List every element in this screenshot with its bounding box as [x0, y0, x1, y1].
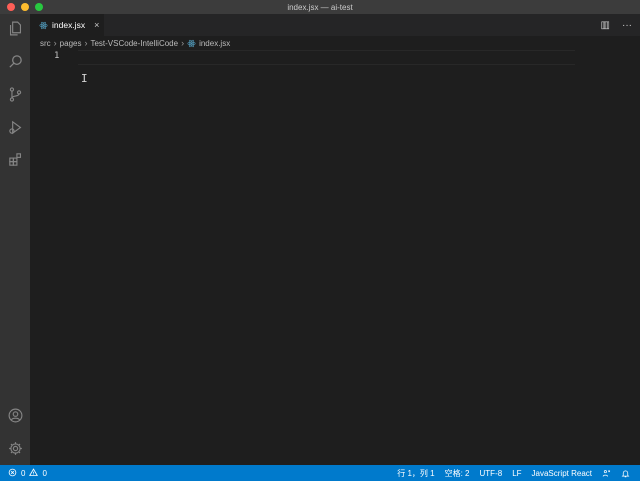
source-control-icon[interactable]: [0, 82, 30, 106]
notifications-bell-icon[interactable]: [621, 469, 630, 478]
editor-tab-bar: index.jsx × ▥ ···: [30, 14, 640, 36]
tab-label: index.jsx: [52, 20, 86, 30]
chevron-right-icon: ›: [181, 38, 185, 48]
tab-index-jsx[interactable]: index.jsx ×: [30, 14, 104, 36]
accounts-icon[interactable]: [0, 403, 30, 427]
encoding[interactable]: UTF-8: [480, 469, 503, 478]
activity-bar: [0, 14, 30, 465]
line-number: 1: [54, 51, 60, 61]
close-window-button[interactable]: [7, 3, 15, 11]
explorer-icon[interactable]: [0, 16, 30, 40]
title-bar: index.jsx — ai-test: [0, 0, 640, 14]
split-editor-icon[interactable]: ▥: [601, 20, 610, 31]
close-icon[interactable]: ×: [94, 20, 99, 30]
react-icon: [39, 21, 48, 30]
chevron-right-icon: ›: [53, 38, 57, 48]
feedback-icon[interactable]: [602, 469, 611, 478]
search-icon[interactable]: [0, 49, 30, 73]
breadcrumb-item-folder[interactable]: Test-VSCode-IntelliCode: [90, 39, 178, 48]
minimize-window-button[interactable]: [21, 3, 29, 11]
breadcrumb-item-src[interactable]: src: [40, 39, 51, 48]
current-line-highlight: [78, 50, 575, 65]
cursor-position[interactable]: 行 1，列 1: [397, 468, 434, 479]
run-debug-icon[interactable]: [0, 115, 30, 139]
tab-actions: ▥ ···: [601, 14, 632, 36]
breadcrumb-item-pages[interactable]: pages: [60, 39, 82, 48]
more-actions-icon[interactable]: ···: [622, 20, 632, 31]
status-right: 行 1，列 1 空格: 2 UTF-8 LF JavaScript React: [397, 468, 630, 479]
breadcrumb-item-file[interactable]: index.jsx: [199, 39, 230, 48]
settings-gear-icon[interactable]: [0, 436, 30, 460]
problems-indicator[interactable]: 0 0: [8, 467, 47, 479]
code-editor[interactable]: 1 I: [30, 50, 640, 465]
warning-icon: [29, 467, 39, 479]
window-controls: [7, 3, 43, 11]
mouse-cursor-icon: I: [81, 72, 88, 85]
language-mode[interactable]: JavaScript React: [532, 469, 592, 478]
end-of-line[interactable]: LF: [512, 469, 521, 478]
zoom-window-button[interactable]: [35, 3, 43, 11]
react-icon: [187, 39, 196, 48]
window-title: index.jsx — ai-test: [287, 2, 353, 12]
error-count: 0: [21, 468, 26, 478]
error-icon: [8, 468, 17, 479]
status-bar: 0 0 行 1，列 1 空格: 2 UTF-8 LF JavaScript Re…: [0, 465, 640, 481]
warning-count: 0: [42, 468, 47, 478]
extensions-icon[interactable]: [0, 147, 30, 171]
chevron-right-icon: ›: [84, 38, 88, 48]
indentation[interactable]: 空格: 2: [445, 468, 470, 479]
breadcrumb: src › pages › Test-VSCode-IntelliCode › …: [30, 36, 640, 50]
